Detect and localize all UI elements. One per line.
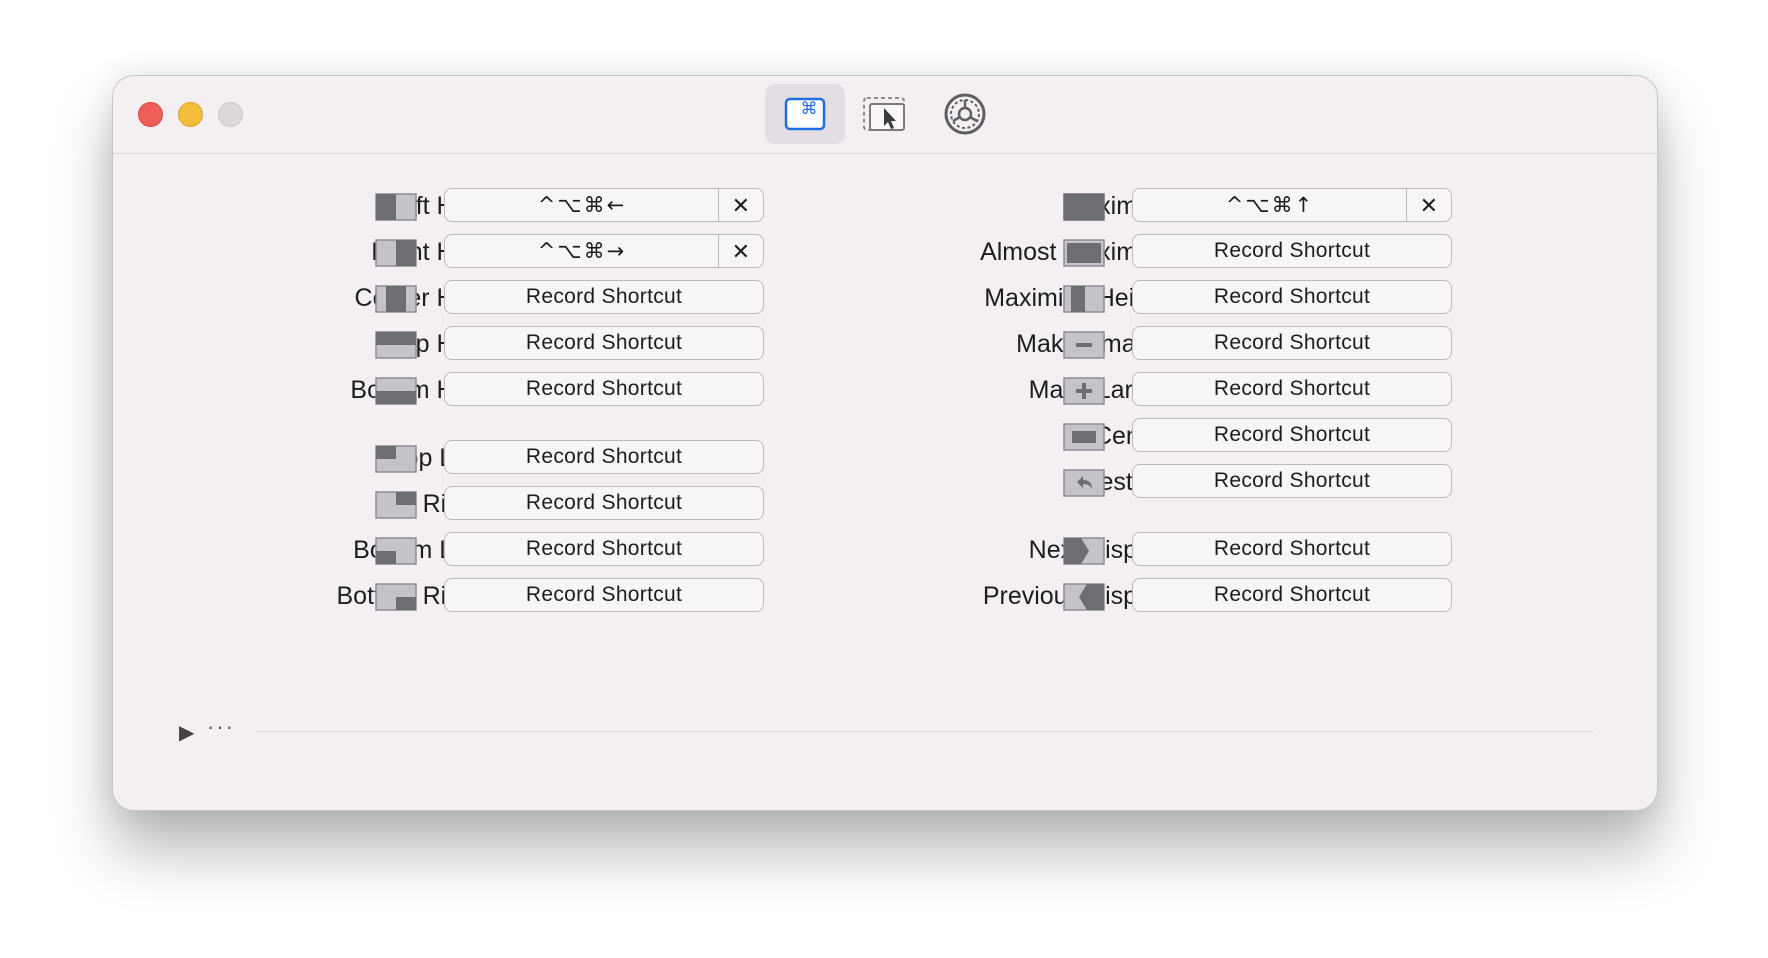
svg-text:⌘: ⌘	[801, 99, 818, 119]
field-divider	[717, 189, 719, 221]
top-half-icon	[375, 331, 417, 359]
make-smaller-shortcut-button[interactable]: Record Shortcut	[1132, 326, 1452, 360]
center-icon	[1063, 423, 1105, 451]
right-half-icon	[375, 239, 417, 267]
previous-display-icon	[1063, 583, 1105, 611]
general-settings-tab[interactable]	[925, 84, 1005, 144]
minimize-button[interactable]	[178, 102, 203, 127]
top-left-icon	[375, 445, 417, 473]
clear-shortcut-icon[interactable]: ✕	[727, 193, 755, 219]
maximize-shortcut: ^⌥⌘↑	[1225, 193, 1315, 217]
bottom-half-shortcut-button[interactable]: Record Shortcut	[444, 372, 764, 406]
close-button[interactable]	[138, 102, 163, 127]
restore-shortcut-button[interactable]: Record Shortcut	[1132, 464, 1452, 498]
bottom-left-icon	[375, 537, 417, 565]
app-window: ⌘ Left Half ^⌥⌘← ✕ Right Half ^⌥⌘→ ✕ Cen…	[112, 75, 1658, 811]
make-larger-shortcut-button[interactable]: Record Shortcut	[1132, 372, 1452, 406]
right-half-shortcut-field[interactable]: ^⌥⌘→ ✕	[444, 234, 764, 268]
center-half-icon	[375, 285, 417, 313]
maximize-height-icon	[1063, 285, 1105, 313]
gear-icon	[944, 93, 986, 135]
field-divider	[717, 235, 719, 267]
minus-icon	[1063, 331, 1105, 359]
keyboard-shortcuts-tab[interactable]: ⌘	[765, 84, 845, 144]
restore-icon	[1063, 469, 1105, 497]
left-half-shortcut: ^⌥⌘←	[537, 193, 627, 217]
field-divider	[1405, 189, 1407, 221]
top-left-shortcut-button[interactable]: Record Shortcut	[444, 440, 764, 474]
top-half-shortcut-button[interactable]: Record Shortcut	[444, 326, 764, 360]
left-half-icon	[375, 193, 417, 221]
next-display-icon	[1063, 537, 1105, 565]
almost-maximize-shortcut-button[interactable]: Record Shortcut	[1132, 234, 1452, 268]
maximize-icon	[1063, 193, 1105, 221]
more-options-button[interactable]: ···	[207, 714, 235, 740]
footer-divider	[257, 731, 1593, 732]
previous-display-shortcut-button[interactable]: Record Shortcut	[1132, 578, 1452, 612]
zoom-button[interactable]	[218, 102, 243, 127]
clear-shortcut-icon[interactable]: ✕	[727, 239, 755, 265]
center-shortcut-button[interactable]: Record Shortcut	[1132, 418, 1452, 452]
bottom-left-shortcut-button[interactable]: Record Shortcut	[444, 532, 764, 566]
maximize-shortcut-field[interactable]: ^⌥⌘↑ ✕	[1132, 188, 1452, 222]
top-right-icon	[375, 491, 417, 519]
command-key-icon: ⌘	[784, 97, 826, 131]
top-right-shortcut-button[interactable]: Record Shortcut	[444, 486, 764, 520]
bottom-half-icon	[375, 377, 417, 405]
maximize-height-shortcut-button[interactable]: Record Shortcut	[1132, 280, 1452, 314]
almost-maximize-icon	[1063, 239, 1105, 267]
bottom-right-icon	[375, 583, 417, 611]
center-half-shortcut-button[interactable]: Record Shortcut	[444, 280, 764, 314]
snap-areas-tab[interactable]	[845, 84, 925, 144]
clear-shortcut-icon[interactable]: ✕	[1415, 193, 1443, 219]
disclosure-triangle-icon[interactable]: ▶	[179, 720, 194, 745]
right-half-shortcut: ^⌥⌘→	[537, 239, 627, 263]
plus-icon	[1063, 377, 1105, 405]
window-pointer-icon	[863, 97, 905, 131]
next-display-shortcut-button[interactable]: Record Shortcut	[1132, 532, 1452, 566]
bottom-right-shortcut-button[interactable]: Record Shortcut	[444, 578, 764, 612]
left-half-shortcut-field[interactable]: ^⌥⌘← ✕	[444, 188, 764, 222]
title-bar: ⌘	[113, 76, 1657, 154]
